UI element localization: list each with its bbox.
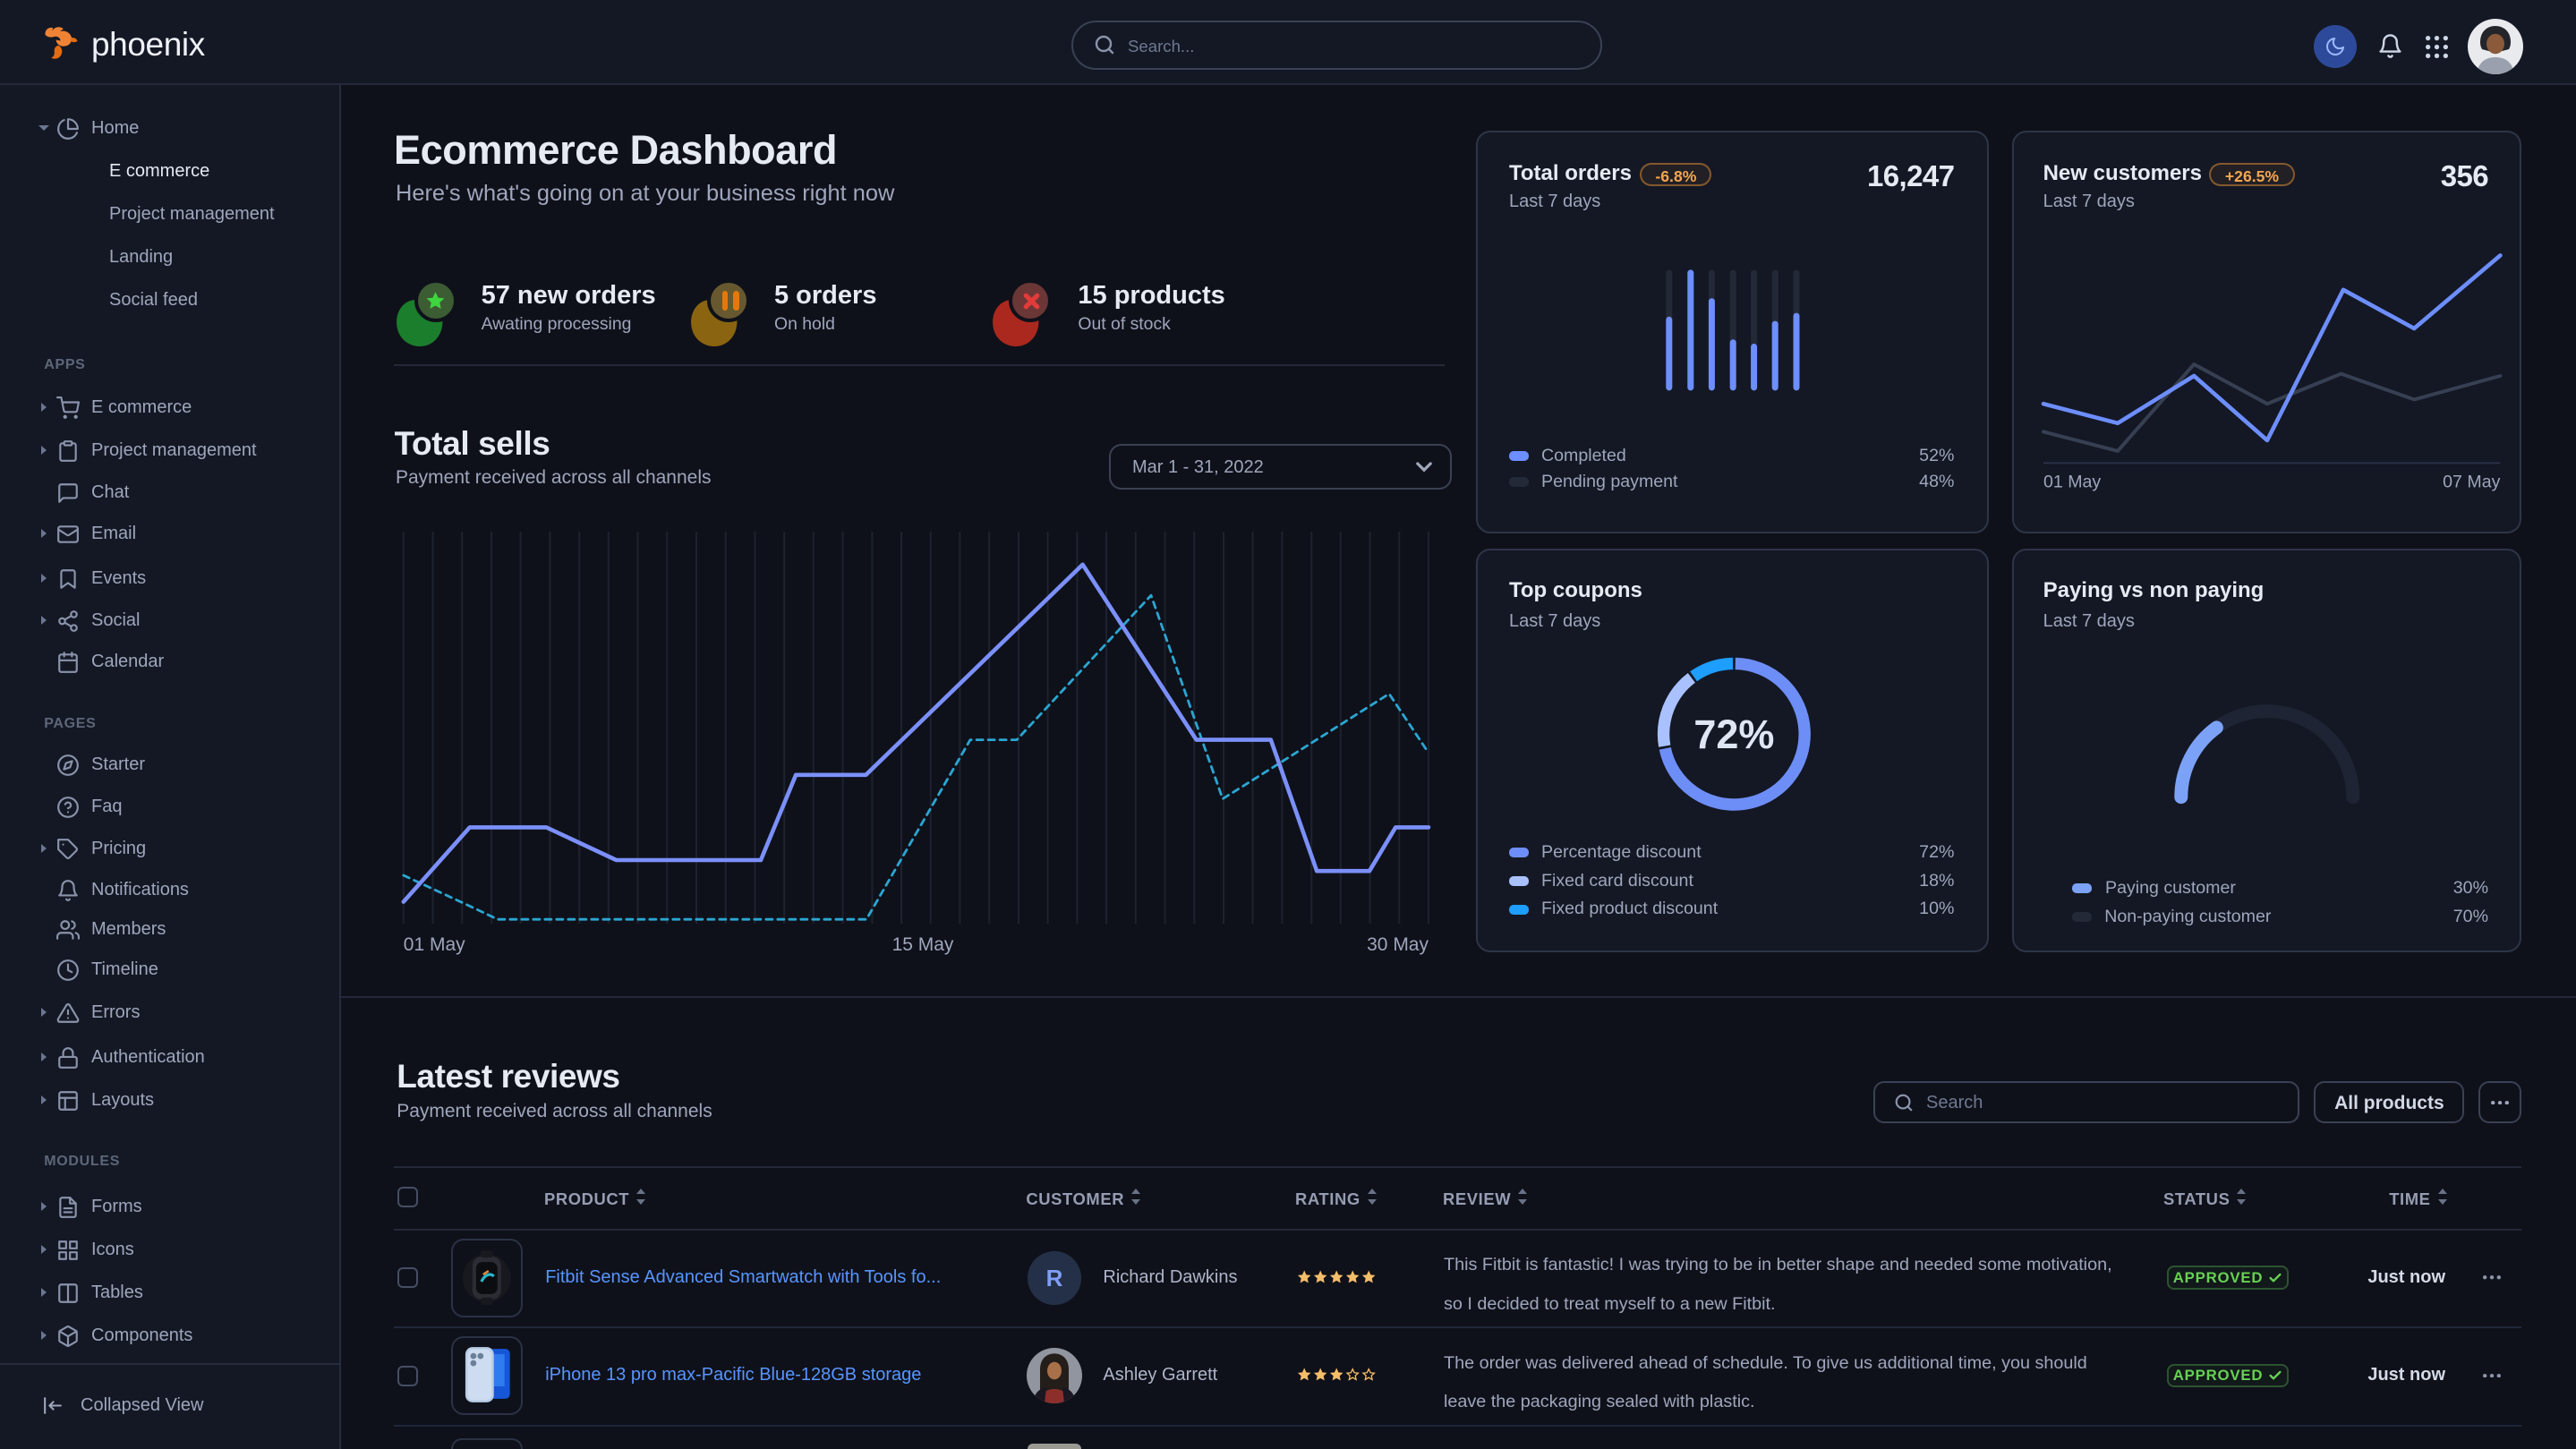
svg-text:15 May: 15 May — [892, 934, 954, 955]
svg-text:01 May: 01 May — [404, 934, 465, 955]
svg-text:07 May: 07 May — [2443, 473, 2500, 492]
svg-text:30 May: 30 May — [1367, 934, 1429, 955]
svg-text:01 May: 01 May — [2043, 473, 2101, 492]
svg-text:72%: 72% — [1693, 712, 1774, 758]
